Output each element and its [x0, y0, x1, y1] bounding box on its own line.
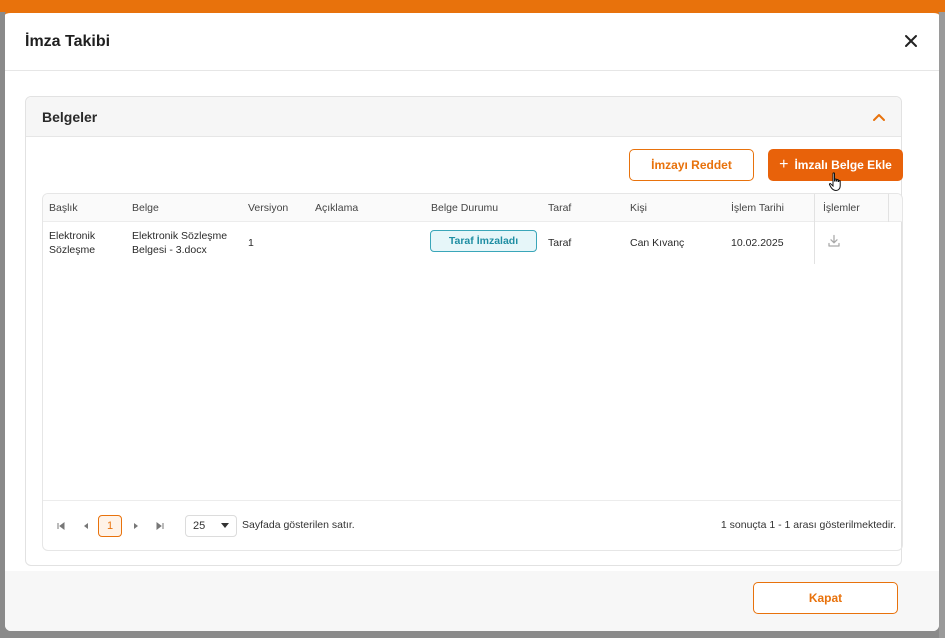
documents-table: Başlık Belge Versiyon Açıklama Belge Dur…	[42, 193, 903, 551]
first-page-icon[interactable]	[56, 521, 66, 531]
cell-belge: Elektronik Sözleşme Belgesi - 3.docx	[132, 229, 227, 257]
reject-signature-button[interactable]: İmzayı Reddet	[629, 149, 754, 181]
documents-panel: Belgeler İmzayı Reddet + İmzalı Belge Ek…	[25, 96, 903, 566]
header-belge-durumu: Belge Durumu	[431, 202, 499, 214]
header-belge: Belge	[132, 202, 159, 214]
cell-islem-tarihi: 10.02.2025	[731, 237, 784, 249]
cell-versiyon: 1	[248, 237, 254, 249]
close-icon	[905, 35, 917, 47]
plus-icon: +	[779, 156, 789, 173]
close-button[interactable]	[901, 31, 921, 51]
download-icon[interactable]	[827, 234, 841, 248]
header-baslik: Başlık	[49, 202, 78, 214]
status-badge: Taraf İmzaladı	[430, 230, 537, 252]
current-page-button[interactable]: 1	[98, 515, 122, 537]
panel-title: Belgeler	[42, 109, 98, 125]
page-size-value: 25	[193, 520, 206, 532]
table-header: Başlık Belge Versiyon Açıklama Belge Dur…	[43, 194, 902, 222]
header-aciklama: Açıklama	[315, 202, 359, 214]
dialog-header: İmza Takibi	[5, 13, 939, 71]
header-taraf: Taraf	[548, 202, 572, 214]
next-page-icon[interactable]	[131, 521, 141, 531]
pagination-bar: 1 25 Sayfada gösterilen satır. 1 sonuçta…	[43, 500, 902, 550]
cell-taraf: Taraf	[548, 237, 572, 249]
cell-belge-line2: Belgesi - 3.docx	[132, 244, 207, 256]
header-islem-tarihi: İşlem Tarihi	[731, 202, 784, 214]
cell-kisi: Can Kıvanç	[630, 237, 685, 249]
previous-page-icon[interactable]	[81, 521, 91, 531]
add-signed-document-label: İmzalı Belge Ekle	[794, 158, 892, 172]
hand-cursor-icon	[828, 172, 841, 192]
dialog-title: İmza Takibi	[25, 33, 111, 50]
cell-baslik-line2: Sözleşme	[49, 244, 96, 256]
dialog-body: Belgeler İmzayı Reddet + İmzalı Belge Ek…	[5, 71, 939, 571]
chevron-up-icon[interactable]	[871, 109, 887, 125]
signature-tracking-dialog: İmza Takibi Belgeler İmzayı Reddet + İmz…	[5, 9, 939, 631]
cell-baslik: Elektronik Sözleşme	[49, 229, 95, 257]
header-kisi: Kişi	[630, 202, 647, 214]
header-islemler: İşlemler	[823, 202, 860, 214]
header-versiyon: Versiyon	[248, 202, 289, 214]
caret-down-icon	[221, 523, 229, 528]
close-dialog-button[interactable]: Kapat	[753, 582, 898, 614]
background-overlay	[939, 12, 945, 638]
column-divider	[888, 194, 889, 222]
table-row[interactable]: Elektronik Sözleşme Elektronik Sözleşme …	[43, 222, 902, 262]
panel-header[interactable]: Belgeler	[26, 97, 901, 137]
last-page-icon[interactable]	[155, 521, 165, 531]
cell-baslik-line1: Elektronik	[49, 230, 96, 242]
page-size-select[interactable]: 25	[185, 515, 237, 537]
dialog-footer: Kapat	[5, 571, 939, 631]
cell-belge-line1: Elektronik Sözleşme	[132, 230, 228, 242]
results-summary: 1 sonuçta 1 - 1 arası gösterilmektedir.	[720, 519, 896, 531]
rows-per-page-label: Sayfada gösterilen satır.	[242, 519, 355, 531]
